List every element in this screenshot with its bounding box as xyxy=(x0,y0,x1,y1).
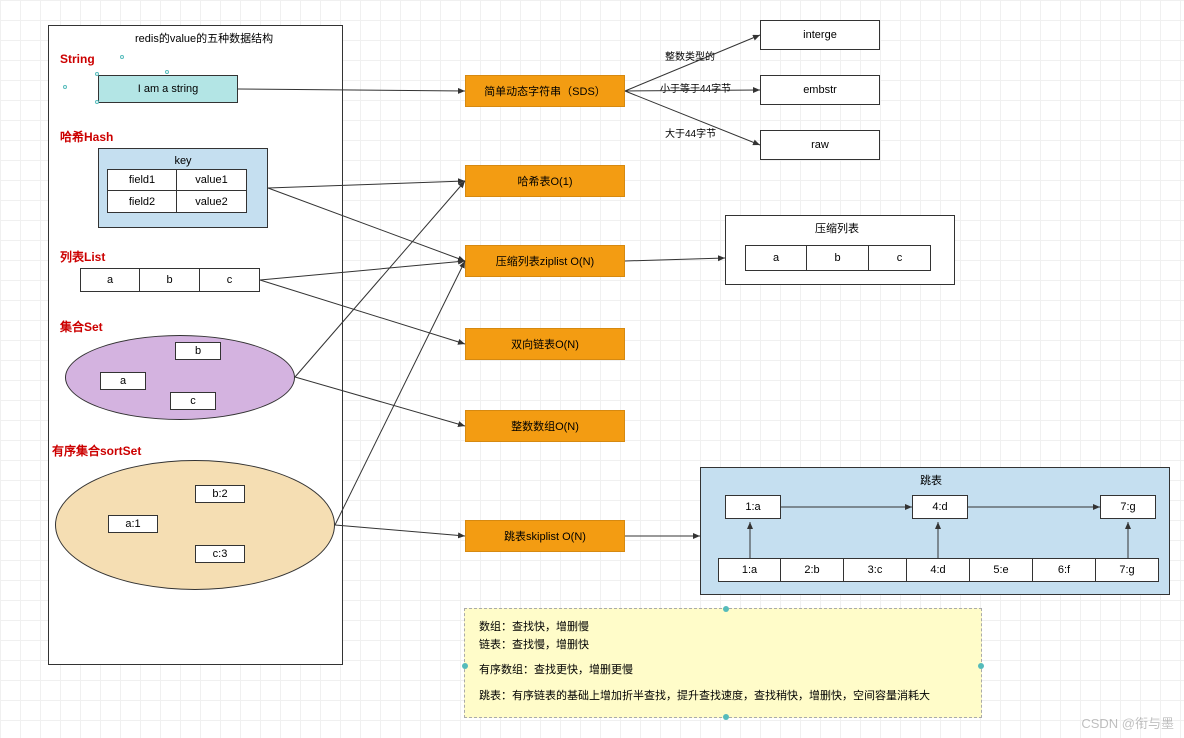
sds-branch-a-label: 整数类型的 xyxy=(665,48,715,63)
sortset-a: a:1 xyxy=(108,515,158,533)
impl-sds: 简单动态字符串（SDS） xyxy=(465,75,625,107)
hash-field2: field2 xyxy=(107,191,177,213)
impl-ziplist: 压缩列表ziplist O(N) xyxy=(465,245,625,277)
sk-top-3: 7:g xyxy=(1100,495,1156,519)
impl-sds-label: 简单动态字符串（SDS） xyxy=(484,83,606,99)
note-line4: 跳表：有序链表的基础上增加折半查找，提升查找速度，查找稍快，增删快，空间容量消耗… xyxy=(479,688,967,706)
impl-intset-label: 整数数组O(N) xyxy=(511,418,579,434)
impl-hash-label: 哈希表O(1) xyxy=(518,173,573,189)
sds-interge: interge xyxy=(760,20,880,50)
hash-field1: field1 xyxy=(107,169,177,191)
sds-embstr: embstr xyxy=(760,75,880,105)
list-row: a b c xyxy=(80,268,260,292)
ziplist-cells: a b c xyxy=(745,245,931,271)
sk-b-3: 3:c xyxy=(844,558,907,582)
hash-value2: value2 xyxy=(177,191,247,213)
list-a: a xyxy=(80,268,140,292)
sk-top-1: 1:a xyxy=(725,495,781,519)
section-sortset: 有序集合sortSet xyxy=(52,442,141,459)
sk-b-5: 5:e xyxy=(970,558,1033,582)
sk-top-2: 4:d xyxy=(912,495,968,519)
hash-key-container: key field1 value1 field2 value2 xyxy=(98,148,268,228)
section-string: String xyxy=(60,52,95,66)
note-line2: 链表：查找慢，增删快 xyxy=(479,637,967,655)
watermark: CSDN @衔与墨 xyxy=(1081,713,1174,732)
diagram-title: redis的value的五种数据结构 xyxy=(135,30,273,46)
sk-b-6: 6:f xyxy=(1033,558,1096,582)
note-line3: 有序数组：查找更快，增删更慢 xyxy=(479,662,967,680)
zip-b: b xyxy=(807,245,869,271)
hash-value1: value1 xyxy=(177,169,247,191)
sk-b-2: 2:b xyxy=(781,558,844,582)
hash-header: key xyxy=(107,153,259,169)
section-hash: 哈希Hash xyxy=(60,128,113,145)
skiplist-bottom-row: 1:a 2:b 3:c 4:d 5:e 6:f 7:g xyxy=(718,558,1159,582)
sds-branch-c-label: 大于44字节 xyxy=(665,125,716,140)
sortset-ellipse xyxy=(55,460,335,590)
section-list: 列表List xyxy=(60,248,105,265)
set-a: a xyxy=(100,372,146,390)
sds-branch-b-label: 小于等于44字节 xyxy=(660,80,731,95)
sortset-c: c:3 xyxy=(195,545,245,563)
impl-ziplist-label: 压缩列表ziplist O(N) xyxy=(496,253,594,269)
set-c: c xyxy=(170,392,216,410)
list-c: c xyxy=(200,268,260,292)
sk-b-1: 1:a xyxy=(718,558,781,582)
impl-skiplist: 跳表skiplist O(N) xyxy=(465,520,625,552)
string-example-text: I am a string xyxy=(138,83,199,95)
section-set: 集合Set xyxy=(60,318,103,335)
ziplist-title: 压缩列表 xyxy=(815,220,859,236)
zip-c: c xyxy=(869,245,931,271)
sk-b-4: 4:d xyxy=(907,558,970,582)
zip-a: a xyxy=(745,245,807,271)
impl-hash: 哈希表O(1) xyxy=(465,165,625,197)
impl-linked: 双向链表O(N) xyxy=(465,328,625,360)
sticky-note: 数组：查找快，增删慢 链表：查找慢，增删快 有序数组：查找更快，增删更慢 跳表：… xyxy=(464,608,982,718)
skiplist-title: 跳表 xyxy=(920,472,942,488)
set-b: b xyxy=(175,342,221,360)
impl-skiplist-label: 跳表skiplist O(N) xyxy=(504,528,586,544)
sds-raw-label: raw xyxy=(811,139,829,151)
sk-b-7: 7:g xyxy=(1096,558,1159,582)
string-example-box: I am a string xyxy=(98,75,238,103)
sds-embstr-label: embstr xyxy=(803,84,837,96)
impl-intset: 整数数组O(N) xyxy=(465,410,625,442)
note-line1: 数组：查找快，增删慢 xyxy=(479,619,967,637)
sds-raw: raw xyxy=(760,130,880,160)
sortset-b: b:2 xyxy=(195,485,245,503)
list-b: b xyxy=(140,268,200,292)
impl-linked-label: 双向链表O(N) xyxy=(511,336,579,352)
sds-interge-label: interge xyxy=(803,29,837,41)
